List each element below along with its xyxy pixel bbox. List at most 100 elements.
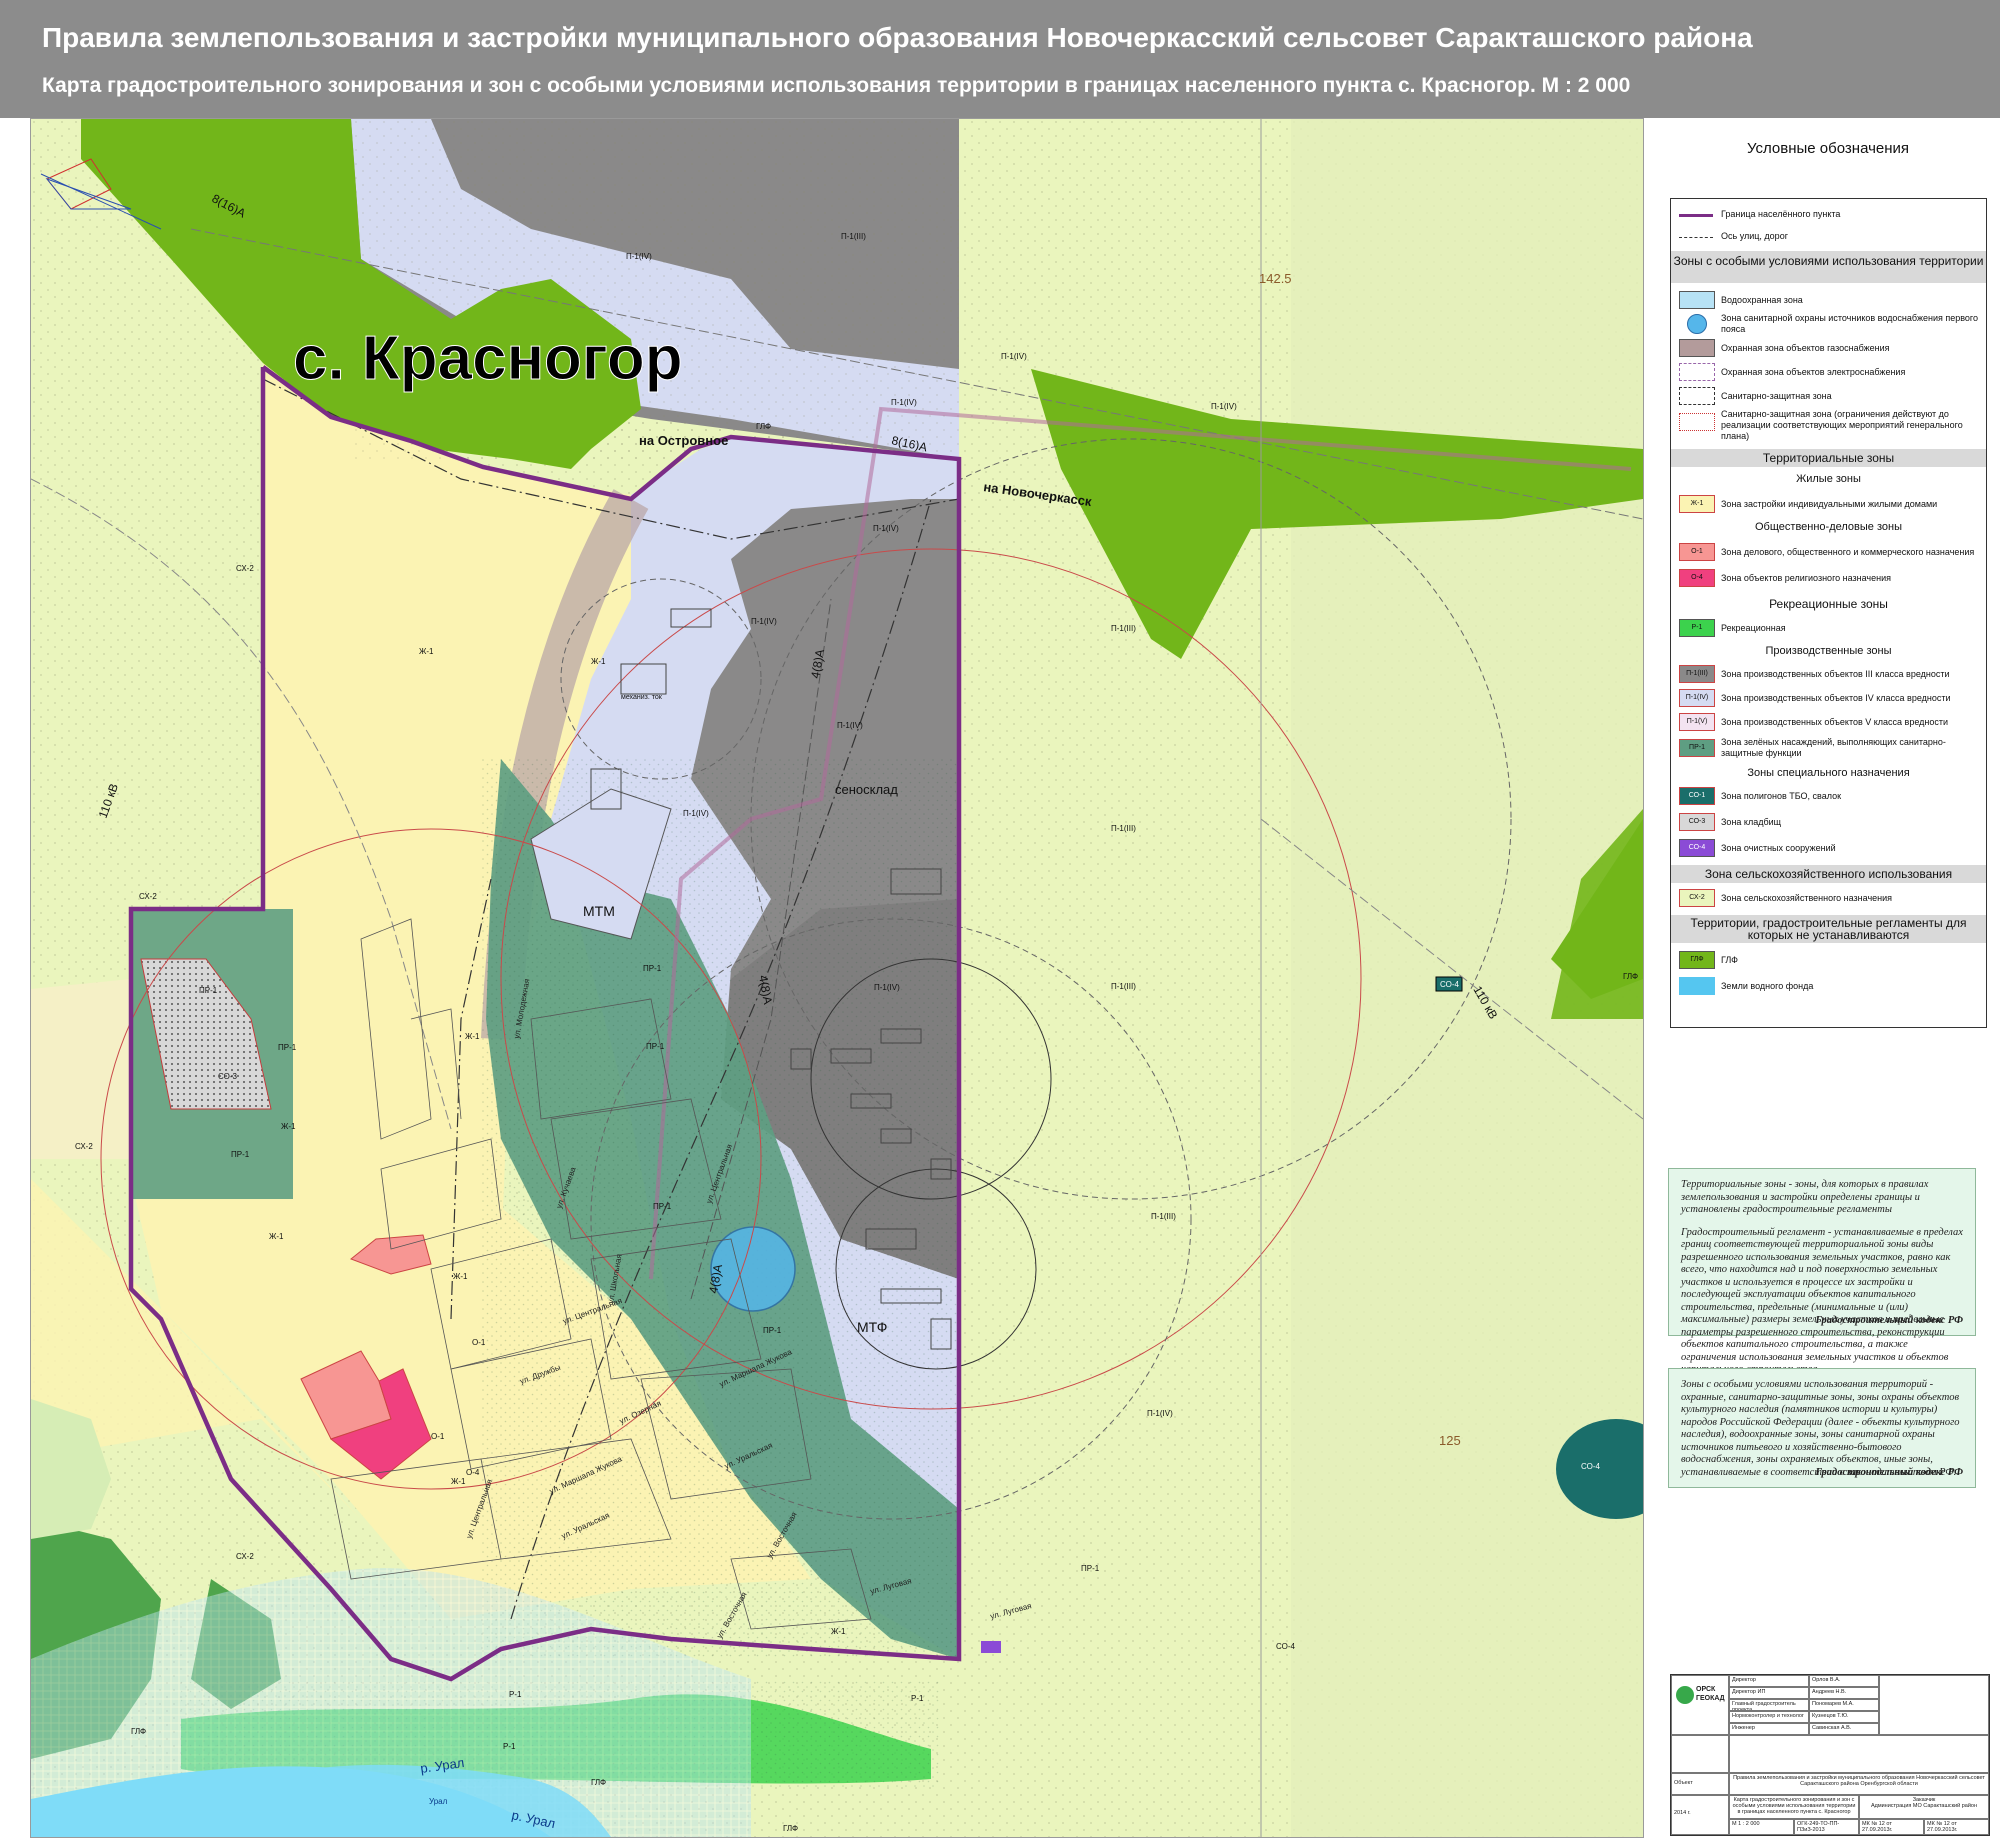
swatch: СО-3 <box>1679 813 1715 831</box>
label-r1: Р-1 <box>911 1694 924 1703</box>
object-label-mehtok: механиз. ток <box>621 694 663 701</box>
label-p1-iii: П-1(III) <box>1111 982 1136 991</box>
label-co3: СО-3 <box>218 1072 237 1081</box>
label-zh1: Ж-1 <box>451 1477 466 1486</box>
legend-item-sanitary-water: Зона санитарной охраны источников водосн… <box>1671 313 1986 335</box>
label-p1-iv: П-1(IV) <box>837 721 863 730</box>
map-subtitle: Карта градостроительного зонирования и з… <box>42 74 1631 97</box>
legend-text: Зона очистных сооружений <box>1721 843 1836 853</box>
swatch: П-1(V) <box>1679 713 1715 731</box>
label-sx2: СХ-2 <box>236 564 254 573</box>
legend-item-sx2: СХ-2 Зона сельскохозяйственного назначен… <box>1671 889 1986 907</box>
legend-text: Зона делового, общественного и коммерчес… <box>1721 547 1975 557</box>
legend-subhead: Зоны специального назначения <box>1747 767 1910 779</box>
swatch <box>1679 977 1715 995</box>
zoning-map[interactable]: с. Красногор на Островное на Новочеркасс… <box>31 119 1643 1837</box>
zone-co4-south[interactable] <box>981 1641 1001 1653</box>
legend-text: Водоохранная зона <box>1721 295 1803 305</box>
stamp-role: Главный градостроитель проекта <box>1729 1699 1809 1711</box>
stamp-name: Андреев Н.В. <box>1809 1687 1879 1699</box>
stamp-project: Правила землепользования и застройки мун… <box>1729 1773 1989 1795</box>
legend-item-glf: ГЛФ ГЛФ <box>1671 951 1986 969</box>
legend-text: Зона санитарной охраны источников водосн… <box>1721 313 1979 334</box>
note-special-zones: Зоны с особыми условиями использования т… <box>1668 1368 1976 1488</box>
legend-text: Рекреационная <box>1721 623 1786 633</box>
label-o4: О-4 <box>466 1468 480 1477</box>
stamp-role: Нормоконтролер и технолог <box>1729 1711 1809 1723</box>
label-pr1: ПР-1 <box>653 1202 672 1211</box>
legend-item-waterfund: Земли водного фонда <box>1671 977 1986 995</box>
label-pr1: ПР-1 <box>763 1326 782 1335</box>
legend-section-noreg: Территории, градостроительные регламенты… <box>1671 915 1986 943</box>
swatch <box>1679 387 1715 405</box>
legend-item-o4: О-4 Зона объектов религиозного назначени… <box>1671 569 1986 587</box>
label-zh1: Ж-1 <box>591 657 606 666</box>
zone-zh1-w[interactable] <box>31 979 131 1159</box>
swatch: СХ-2 <box>1679 889 1715 907</box>
swatch: Ж-1 <box>1679 495 1715 513</box>
stamp-contract: МК № 12 от 27.09.2013г. <box>1859 1819 1924 1835</box>
label-zh1: Ж-1 <box>465 1032 480 1041</box>
legend-item-gas-zone: Охранная зона объектов газоснабжения <box>1671 339 1986 357</box>
legend-text: Зона кладбищ <box>1721 817 1782 827</box>
legend-section-agri: Зона сельскохозяйственного использования <box>1671 865 1986 883</box>
label-pr1: ПР-1 <box>1081 1564 1100 1573</box>
label-p1-iv: П-1(IV) <box>873 524 899 533</box>
legend-item-boundary: Граница населённого пункта <box>1671 207 1986 223</box>
legend-text: Охранная зона объектов электроснабжения <box>1721 367 1906 377</box>
legend-text: Санитарно-защитная зона (ограничения дей… <box>1721 409 1963 441</box>
label-co4: СО-4 <box>1581 1462 1600 1471</box>
axis-swatch <box>1679 237 1713 238</box>
label-p1-iv: П-1(IV) <box>1001 352 1027 361</box>
label-p1-iv: П-1(IV) <box>626 252 652 261</box>
stamp-scale: М 1 : 2 000 <box>1729 1819 1794 1835</box>
legend-item-power-zone: Охранная зона объектов электроснабжения <box>1671 363 1986 381</box>
swatch: ПР-1 <box>1679 739 1715 757</box>
legend-section-territorial: Территориальные зоны <box>1671 449 1986 467</box>
swatch: ГЛФ <box>1679 951 1715 969</box>
note-territorial: Территориальные зоны - зоны, для которых… <box>1668 1168 1976 1375</box>
map-frame[interactable]: с. Красногор на Островное на Новочеркасс… <box>30 118 1644 1838</box>
label-sx2: СХ-2 <box>236 1552 254 1561</box>
legend-item-water-protect: Водоохранная зона <box>1671 291 1986 309</box>
legend-text: Граница населённого пункта <box>1721 209 1841 219</box>
label-glf: ГЛФ <box>591 1778 606 1787</box>
label-p1-iv: П-1(IV) <box>874 983 900 992</box>
label-pr1: ПР-1 <box>199 986 218 995</box>
legend-item-co1: СО-1 Зона полигонов ТБО, свалок <box>1671 787 1986 805</box>
label-p1-iii: П-1(III) <box>1111 624 1136 633</box>
label-p1-iii: П-1(III) <box>841 232 866 241</box>
label-glf: ГЛФ <box>1623 972 1638 981</box>
label-p1-iv: П-1(IV) <box>1147 1409 1173 1418</box>
label-pr1: ПР-1 <box>278 1043 297 1052</box>
place-name-label: с. Красногор <box>293 324 683 393</box>
legend-item-p3: П-1(III) Зона производственных объектов … <box>1671 665 1986 683</box>
label-zh1: Ж-1 <box>453 1272 468 1281</box>
label-p1-iv: П-1(IV) <box>891 398 917 407</box>
swatch: П-1(III) <box>1679 665 1715 683</box>
legend-item-co3: СО-3 Зона кладбищ <box>1671 813 1986 831</box>
label-pr1: ПР-1 <box>646 1042 665 1051</box>
legend-text: Ось улиц, дорог <box>1721 231 1788 241</box>
legend-subhead: Рекреационные зоны <box>1671 595 1986 613</box>
legend-panel: Условные обозначения Граница населённого… <box>1668 130 1988 1030</box>
stamp-contract: МК № 12 от 27.09.2013г. <box>1924 1819 1989 1835</box>
elevation-label-1: 142.5 <box>1259 271 1292 286</box>
stamp-name: Савинская А.В. <box>1809 1723 1879 1735</box>
swatch: П-1(IV) <box>1679 689 1715 707</box>
legend-text: Зона зелёных насаждений, выполняющих сан… <box>1721 737 1946 758</box>
legend-item-co4: СО-4 Зона очистных сооружений <box>1671 839 1986 857</box>
swatch <box>1679 291 1715 309</box>
legend-text: Зона производственных объектов IV класса… <box>1721 693 1951 703</box>
elevation-label-2: 125 <box>1439 1433 1461 1448</box>
swatch: О-1 <box>1679 543 1715 561</box>
logo-text: ГЕОКАД <box>1696 1695 1725 1702</box>
note-text: Территориальные зоны - зоны, для которых… <box>1681 1179 1929 1215</box>
stamp-sheet-title: Карта градостроительного зонирования и з… <box>1729 1795 1859 1819</box>
label-zh1: Ж-1 <box>831 1627 846 1636</box>
stamp-object-label: Объект <box>1671 1773 1729 1795</box>
label-o1: О-1 <box>431 1432 445 1441</box>
swatch: Р-1 <box>1679 619 1715 637</box>
legend-item-zh1: Ж-1 Зона застройки индивидуальными жилым… <box>1671 495 1986 513</box>
legend-text: Зона застройки индивидуальными жилыми до… <box>1721 499 1938 509</box>
